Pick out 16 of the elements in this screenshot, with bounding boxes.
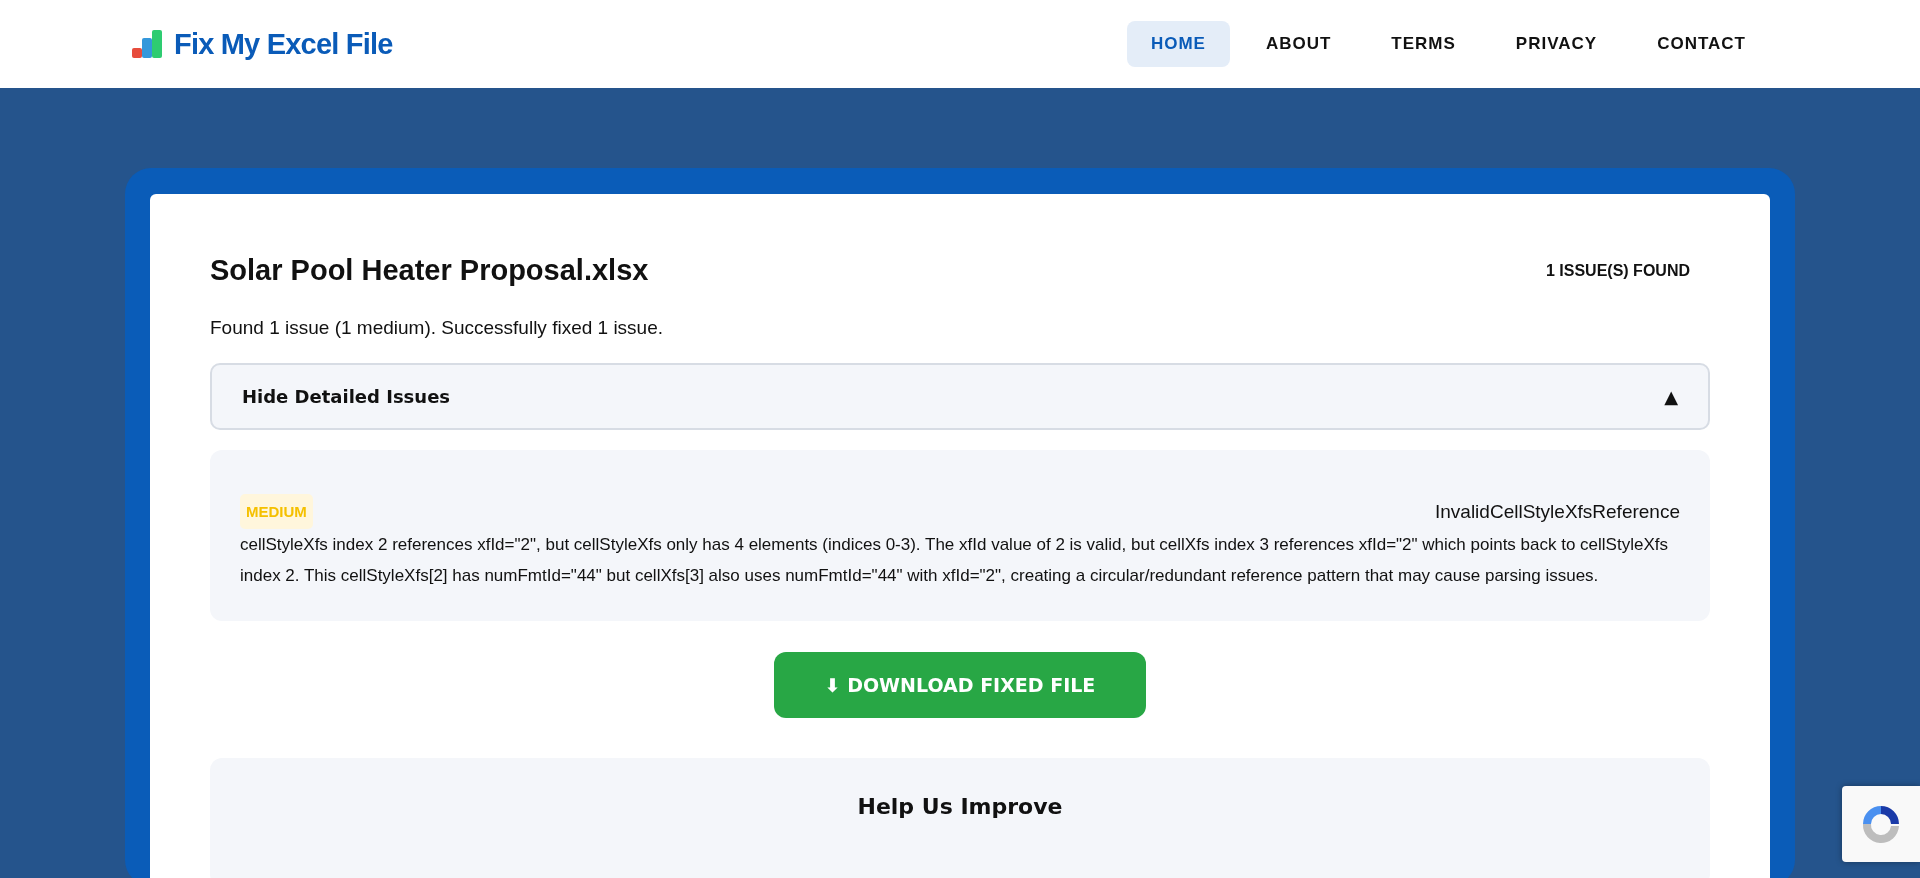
nav-link[interactable]: ABOUT	[1241, 21, 1356, 67]
issue-description: cellStyleXfs index 2 references xfId="2", but cellStyleXfs only has 4 elements (indices 0-3). The xfId value of 2 is valid, but cellXfs index 3 references xfId="2" which points back to cellStyleXfs index 2. This cellStyleXfs[2] has numFmtId="44" but cellXfs[3] also uses numFmtId="44" with xfId="2", creating a circular/redundant reference pattern that may cause parsing issues.	[240, 534, 1669, 587]
severity-tag: MEDIUM	[240, 494, 313, 529]
bar-chart-icon	[130, 28, 164, 60]
file-title: Solar Pool Heater Proposal.xlsx	[210, 254, 649, 287]
feedback-heading: Help Us Improve	[856, 794, 1064, 819]
nav-link[interactable]: CONTACT	[1633, 21, 1770, 67]
nav-link[interactable]: PRIVACY	[1491, 21, 1622, 67]
nav-link[interactable]: TERMS	[1367, 21, 1480, 67]
issue-count: 1 ISSUE(S) FOUND	[1546, 261, 1690, 280]
details-toggle[interactable]: Hide Detailed Issues ▲	[210, 363, 1710, 430]
summary-text: Found 1 issue (1 medium). Successfully fixed 1 issue.	[210, 317, 665, 339]
nav-link[interactable]: HOME	[1126, 21, 1230, 67]
site-logo[interactable]: Fix My Excel File	[174, 27, 393, 61]
issue-code: InvalidCellStyleXfsReference	[1435, 500, 1680, 523]
recaptcha-badge[interactable]	[1842, 786, 1920, 862]
